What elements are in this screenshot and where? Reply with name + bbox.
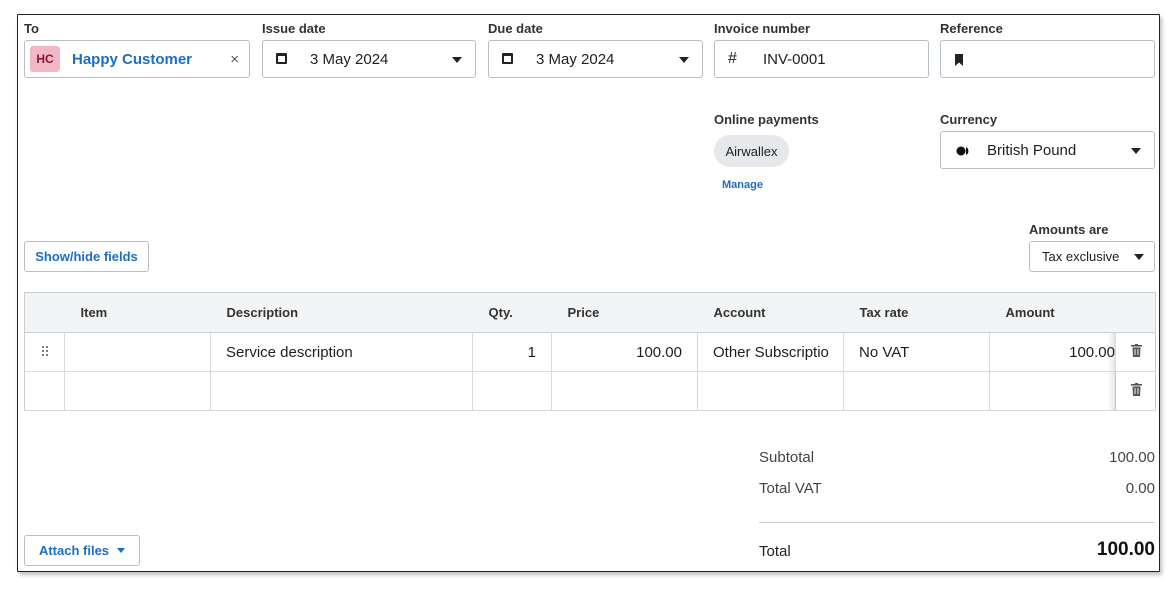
amount-cell[interactable] [989, 371, 1117, 411]
qty-cell[interactable] [472, 371, 552, 411]
column-header-price: Price [551, 292, 698, 333]
total-label: Total [759, 543, 791, 560]
description-cell[interactable] [210, 371, 473, 411]
amounts-are-select[interactable]: Tax exclusive [1029, 241, 1155, 272]
invoice-form: To HC Happy Customer × Issue date 3 May … [17, 14, 1160, 572]
chevron-down-icon [452, 57, 462, 63]
table-header-row: Item Description Qty. Price Account Tax … [24, 292, 1156, 333]
column-header-amount: Amount [989, 292, 1116, 333]
total-vat-label: Total VAT [759, 480, 822, 497]
table-row: Service description 1 100.00 Other Subsc… [24, 332, 1156, 372]
trash-icon [1131, 343, 1142, 357]
issue-date-picker[interactable]: 3 May 2024 [262, 40, 476, 78]
contact-name[interactable]: Happy Customer [72, 51, 192, 68]
subtotal-value: 100.00 [1109, 449, 1155, 466]
price-cell[interactable] [551, 371, 698, 411]
due-date-picker[interactable]: 3 May 2024 [488, 40, 703, 78]
trash-icon [1131, 382, 1142, 396]
contact-field[interactable]: HC Happy Customer × [24, 40, 250, 78]
chevron-down-icon [1134, 254, 1144, 260]
drag-handle-cell [24, 371, 65, 411]
account-cell[interactable] [697, 371, 844, 411]
currency-value: British Pound [987, 141, 1077, 159]
chevron-down-icon [117, 548, 126, 553]
tax-rate-cell[interactable] [843, 371, 990, 411]
attach-files-label: Attach files [38, 543, 110, 558]
item-cell[interactable] [64, 332, 211, 372]
qty-cell[interactable]: 1 [472, 332, 552, 372]
show-hide-fields-button[interactable]: Show/hide fields [24, 241, 149, 272]
due-date-value: 3 May 2024 [536, 50, 615, 68]
line-items-table: Item Description Qty. Price Account Tax … [24, 292, 1156, 411]
calendar-icon [276, 53, 287, 64]
description-cell[interactable]: Service description [210, 332, 473, 372]
delete-column-header [1115, 292, 1156, 333]
reference-field[interactable] [940, 40, 1155, 78]
delete-row-button[interactable] [1115, 332, 1156, 372]
amount-cell[interactable]: 100.00 [989, 332, 1116, 372]
column-header-account: Account [697, 292, 844, 333]
attach-files-button[interactable]: Attach files [24, 535, 140, 566]
chevron-down-icon [679, 57, 689, 63]
subtotal-label: Subtotal [759, 449, 815, 466]
bookmark-icon [955, 54, 963, 66]
totals-divider [759, 522, 1155, 523]
contact-avatar: HC [30, 46, 60, 72]
issue-date-value: 3 May 2024 [310, 50, 389, 68]
drag-column-header [24, 292, 65, 333]
currency-icon [956, 146, 969, 156]
drag-handle-icon[interactable] [24, 332, 65, 372]
currency-label: Currency [940, 112, 998, 127]
account-cell[interactable]: Other Subscriptio [697, 332, 844, 372]
clear-contact-icon[interactable]: × [230, 51, 239, 68]
issue-date-label: Issue date [262, 21, 326, 36]
table-row [24, 371, 1156, 411]
to-label: To [24, 21, 39, 36]
total-vat-value: 0.00 [1125, 480, 1155, 497]
invoice-number-label: Invoice number [714, 21, 811, 36]
item-cell[interactable] [64, 371, 211, 411]
price-cell[interactable]: 100.00 [551, 332, 698, 372]
reference-label: Reference [940, 21, 1003, 36]
column-header-tax-rate: Tax rate [843, 292, 990, 333]
delete-row-button[interactable] [1115, 371, 1156, 411]
calendar-icon [502, 53, 513, 64]
airwallex-chip[interactable]: Airwallex [714, 135, 789, 167]
due-date-label: Due date [488, 21, 543, 36]
hash-icon: # [728, 50, 737, 67]
total-value: 100.00 [1096, 539, 1155, 560]
amounts-are-value: Tax exclusive [1042, 249, 1120, 264]
column-header-item: Item [64, 292, 211, 333]
chevron-down-icon [1131, 148, 1141, 154]
currency-select[interactable]: British Pound [940, 131, 1155, 169]
column-header-qty: Qty. [472, 292, 552, 333]
invoice-number-field[interactable]: # INV-0001 [714, 40, 929, 78]
amounts-are-label: Amounts are [1029, 222, 1109, 237]
tax-rate-cell[interactable]: No VAT [843, 332, 990, 372]
invoice-number-value: INV-0001 [763, 50, 826, 68]
column-header-description: Description [210, 292, 473, 333]
manage-payments-link[interactable]: Manage [722, 179, 763, 191]
online-payments-label: Online payments [714, 112, 819, 127]
